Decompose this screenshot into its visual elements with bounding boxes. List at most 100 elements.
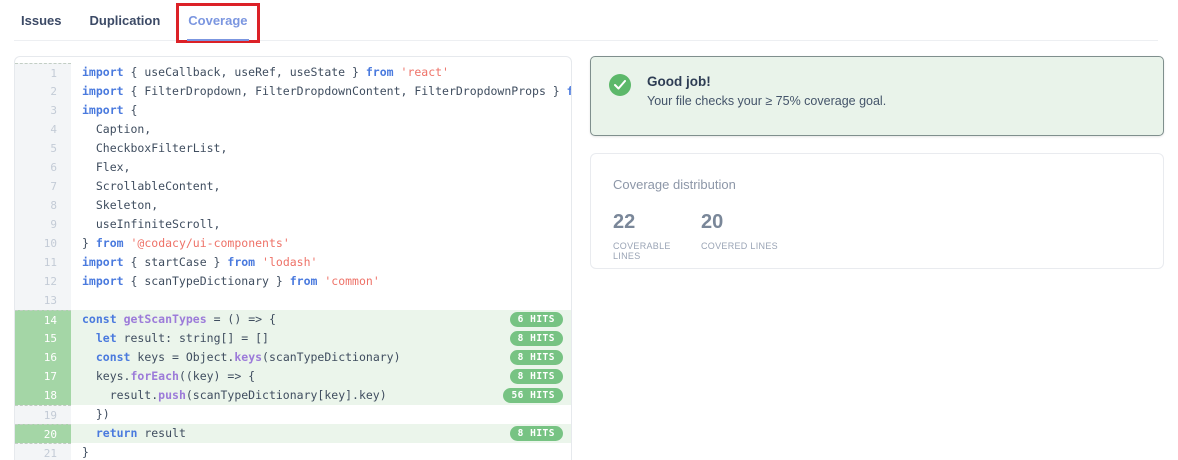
main-content: 1import { useCallback, useRef, useState … [14, 56, 1164, 460]
line-number: 4 [15, 120, 71, 139]
stat-value: 20 [701, 211, 789, 234]
code-line: 13 [15, 291, 571, 310]
code-token: 'common' [324, 274, 379, 288]
code-token: keys. [82, 369, 130, 383]
check-circle-icon [609, 74, 631, 96]
code-token: import [82, 255, 124, 269]
line-number: 11 [15, 253, 71, 272]
code-token: from [290, 274, 318, 288]
code-text: result.push(scanTypeDictionary[key].key) [71, 386, 503, 405]
coverage-goal-panel: Good job! Your file checks your ≥ 75% co… [590, 56, 1164, 136]
code-token: result. [82, 388, 158, 402]
code-token: { useCallback, useRef, useState } [124, 65, 366, 79]
line-number: 5 [15, 139, 71, 158]
code-line: 17 keys.forEach((key) => {8 HITS [15, 367, 571, 386]
code-line: 19 }) [15, 405, 571, 424]
code-text: ScrollableContent, [71, 177, 571, 196]
goal-text-block: Good job! Your file checks your ≥ 75% co… [647, 74, 886, 118]
code-text: import { useCallback, useRef, useState }… [71, 63, 571, 82]
line-number: 13 [15, 291, 71, 310]
goal-title: Good job! [647, 74, 886, 89]
stat-label: COVERED LINES [701, 241, 789, 251]
code-line: 11import { startCase } from 'lodash' [15, 253, 571, 272]
code-text: import { startCase } from 'lodash' [71, 253, 571, 272]
code-token: push [158, 388, 186, 402]
code-text: import { [71, 101, 571, 120]
code-text: Caption, [71, 120, 571, 139]
code-text: const keys = Object.keys(scanTypeDiction… [71, 348, 510, 367]
hits-badge: 8 HITS [510, 426, 563, 441]
line-number: 15 [15, 329, 71, 348]
code-body: 1import { useCallback, useRef, useState … [15, 63, 571, 460]
code-token: from [96, 236, 124, 250]
code-line: 6 Flex, [15, 158, 571, 177]
code-line: 10} from '@codacy/ui-components' [15, 234, 571, 253]
code-token: { scanTypeDictionary } [124, 274, 290, 288]
hits-badge: 8 HITS [510, 350, 563, 365]
stat-coverable-lines: 22COVERABLE LINES [613, 211, 701, 261]
code-line: 21} [15, 443, 571, 460]
code-token: const [82, 312, 117, 326]
line-number: 9 [15, 215, 71, 234]
line-number: 21 [15, 443, 71, 460]
code-text: import { scanTypeDictionary } from 'comm… [71, 272, 571, 291]
goal-subtitle: Your file checks your ≥ 75% coverage goa… [647, 94, 886, 108]
line-number: 8 [15, 196, 71, 215]
code-token: Caption, [82, 122, 151, 136]
code-text: } [71, 443, 571, 460]
code-text: return result [71, 424, 510, 443]
code-line: 15 let result: string[] = []8 HITS [15, 329, 571, 348]
code-token: { FilterDropdown, FilterDropdownContent,… [124, 84, 567, 98]
code-line: 7 ScrollableContent, [15, 177, 571, 196]
stat-covered-lines: 20 COVERED LINES [701, 211, 789, 261]
code-token [255, 255, 262, 269]
code-token: from [366, 65, 394, 79]
code-token: = () => { [207, 312, 276, 326]
code-token: import [82, 84, 124, 98]
line-number: 2 [15, 82, 71, 101]
stat-label: COVERABLE LINES [613, 241, 701, 261]
distribution-title: Coverage distribution [613, 177, 1141, 192]
code-line: 3import { [15, 101, 571, 120]
hits-badge: 8 HITS [510, 369, 563, 384]
code-token: (scanTypeDictionary[key].key) [186, 388, 387, 402]
code-token: return [96, 426, 138, 440]
tab-coverage[interactable]: Coverage [187, 11, 248, 40]
code-token: ((key) => { [179, 369, 255, 383]
code-token [82, 426, 96, 440]
code-token: 'lodash' [262, 255, 317, 269]
code-token: result: string[] = [] [117, 331, 269, 345]
code-token: (scanTypeDictionary) [262, 350, 400, 364]
code-token: { startCase } [124, 255, 228, 269]
code-line: 4 Caption, [15, 120, 571, 139]
right-column: Good job! Your file checks your ≥ 75% co… [590, 56, 1164, 460]
hits-badge: 8 HITS [510, 331, 563, 346]
code-text: Flex, [71, 158, 571, 177]
stats-row: 22COVERABLE LINES20 COVERED LINES [613, 211, 1141, 261]
tab-issues[interactable]: Issues [20, 11, 62, 40]
tab-duplication[interactable]: Duplication [88, 11, 161, 40]
line-number: 12 [15, 272, 71, 291]
code-line: 1import { useCallback, useRef, useState … [15, 63, 571, 82]
code-token: Flex, [82, 160, 130, 174]
code-text: CheckboxFilterList, [71, 139, 571, 158]
line-number: 10 [15, 234, 71, 253]
code-token: useInfiniteScroll, [82, 217, 220, 231]
code-text: import { FilterDropdown, FilterDropdownC… [71, 82, 571, 101]
code-line: 20 return result8 HITS [15, 424, 571, 443]
code-token: getScanTypes [124, 312, 207, 326]
code-line: 8 Skeleton, [15, 196, 571, 215]
line-number: 20 [15, 424, 71, 443]
code-text: keys.forEach((key) => { [71, 367, 510, 386]
code-text: const getScanTypes = () => { [71, 310, 510, 329]
code-token: keys [234, 350, 262, 364]
code-token: import [82, 65, 124, 79]
line-number: 16 [15, 348, 71, 367]
code-token: forEach [130, 369, 178, 383]
code-token: import [82, 103, 124, 117]
code-token: Skeleton, [82, 198, 158, 212]
annotation-red-box [176, 3, 259, 43]
code-token: keys = Object. [130, 350, 234, 364]
code-text: useInfiniteScroll, [71, 215, 571, 234]
code-viewer: 1import { useCallback, useRef, useState … [14, 56, 572, 460]
